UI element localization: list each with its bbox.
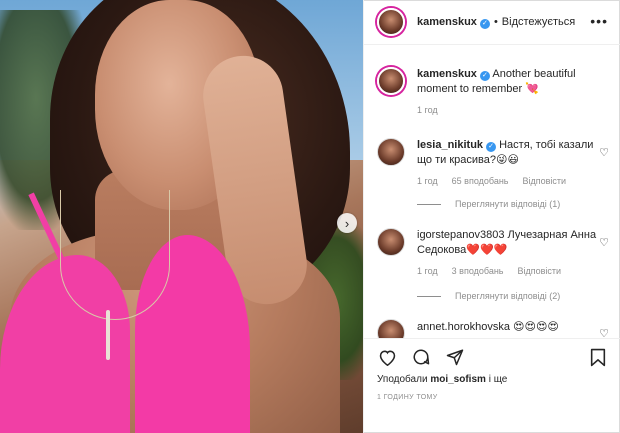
verified-badge-icon: ✓ [479, 71, 490, 81]
heart-icon[interactable]: ♡ [599, 236, 609, 249]
liked-by-user[interactable]: moi_sofism [430, 374, 486, 385]
comment-time[interactable]: 1 год [417, 266, 438, 276]
comment-username[interactable]: lesia_nikituk [417, 139, 483, 151]
view-replies-button[interactable]: Переглянути відповіді (1) [417, 199, 560, 209]
avatar[interactable] [377, 67, 405, 95]
caption: kamenskux ✓ Another beautiful moment to r… [377, 67, 609, 115]
comment-item: igorstepanov3803 Лучезарная Анна Седоков… [377, 228, 609, 276]
comment-username[interactable]: annet.horokhovska [417, 321, 510, 333]
separator-dot: • [493, 16, 498, 28]
view-replies-button[interactable]: Переглянути відповіді (2) [417, 291, 560, 301]
caption-username[interactable]: kamenskux [417, 68, 477, 80]
post-header: kamenskux ✓ • Відстежується ••• [364, 0, 620, 45]
comment-likes[interactable]: 65 вподобань [452, 176, 509, 186]
likes-summary: Уподобали moi_sofism і ще [377, 374, 508, 385]
avatar[interactable] [377, 228, 405, 256]
heart-icon[interactable] [377, 347, 397, 367]
avatar[interactable] [377, 138, 405, 166]
comment-time[interactable]: 1 год [417, 176, 438, 186]
reply-button[interactable]: Відповісти [518, 266, 562, 276]
comment-text: 😍😍😍😍 [513, 321, 559, 333]
post-sidebar: kamenskux ✓ • Відстежується ••• kamenskux… [363, 0, 620, 433]
avatar[interactable] [377, 8, 405, 36]
comment-likes[interactable]: 3 вподобань [452, 266, 504, 276]
heart-icon[interactable]: ♡ [599, 146, 609, 159]
post-actions: Уподобали moi_sofism і ще 1 ГОДИНУ ТОМУ [364, 338, 620, 433]
comment-icon[interactable] [411, 347, 431, 367]
avatar[interactable] [377, 319, 405, 338]
post-photo[interactable]: › [0, 0, 363, 433]
verified-badge-icon: ✓ [486, 142, 497, 152]
chevron-right-icon: › [344, 215, 350, 231]
share-icon[interactable] [445, 347, 465, 367]
more-horizontal-icon[interactable]: ••• [590, 13, 608, 29]
verified-badge-icon: ✓ [479, 18, 490, 29]
heart-icon[interactable]: ♡ [599, 327, 609, 338]
liked-by-others[interactable]: і ще [489, 374, 508, 385]
caption-time[interactable]: 1 год [417, 105, 438, 115]
next-photo-button[interactable]: › [337, 213, 357, 233]
comment-username[interactable]: igorstepanov3803 [417, 229, 504, 241]
comment-item: lesia_nikituk ✓ Настя, тобі казали що ти … [377, 138, 609, 186]
reply-button[interactable]: Відповісти [523, 176, 567, 186]
post-username[interactable]: kamenskux ✓ [417, 16, 490, 29]
post-timestamp[interactable]: 1 ГОДИНУ ТОМУ [377, 394, 438, 401]
follow-status-button[interactable]: Відстежується [502, 16, 575, 28]
bookmark-icon[interactable] [588, 347, 608, 367]
comment-item: annet.horokhovska 😍😍😍😍 ♡ [377, 319, 609, 338]
